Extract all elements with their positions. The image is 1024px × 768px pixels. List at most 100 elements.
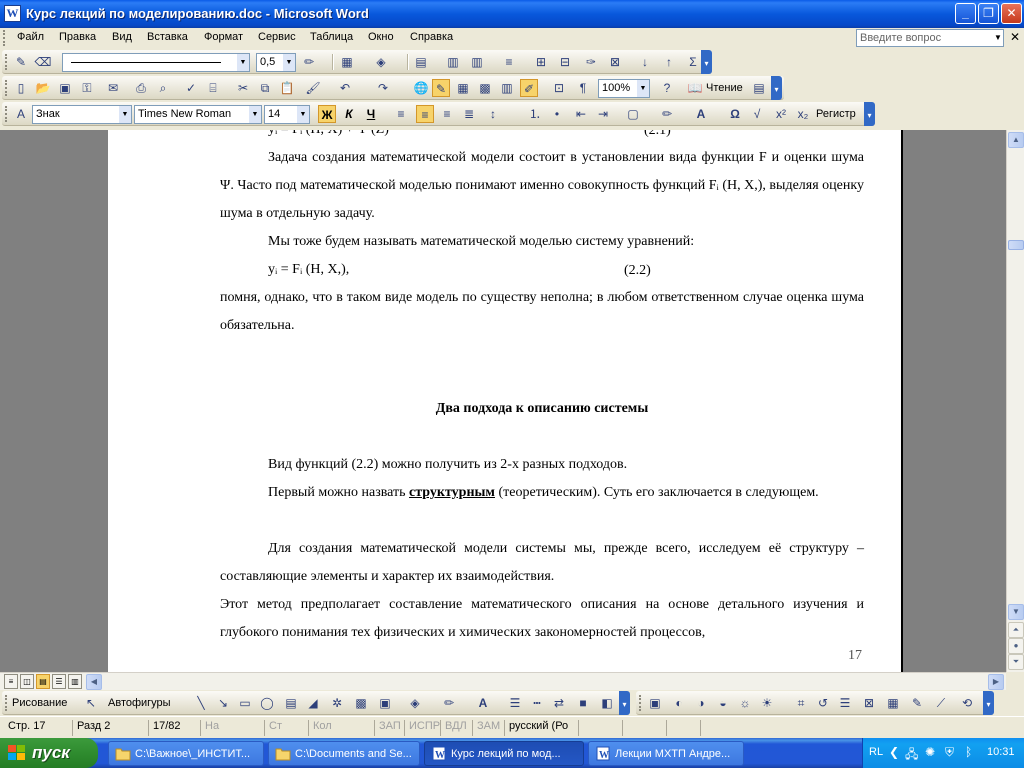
sort-descending-icon[interactable]: ↑ <box>660 53 678 71</box>
menu-file[interactable]: Файл <box>17 31 44 43</box>
font-color-icon[interactable]: A <box>692 105 710 123</box>
select-objects-icon[interactable]: ↖ <box>82 694 100 712</box>
clock[interactable]: 10:31 <box>987 746 1015 758</box>
taskbar-word-lectures[interactable]: W Лекции МХТП Андре... <box>588 741 744 766</box>
menu-window[interactable]: Окно <box>368 31 394 43</box>
outline-view-icon[interactable]: ☰ <box>52 674 66 689</box>
menu-grip[interactable] <box>3 30 6 46</box>
toolbar-grip[interactable] <box>5 695 8 711</box>
line-icon[interactable]: ╲ <box>192 694 210 712</box>
line-spacing-icon[interactable]: ↕ <box>484 105 502 123</box>
previous-page-icon[interactable]: ⏶ <box>1008 622 1024 638</box>
reading-options-icon[interactable]: ▤ <box>750 79 768 97</box>
status-track-changes[interactable]: ИСПР <box>404 720 440 736</box>
underline-button[interactable]: Ч <box>362 105 380 123</box>
antivirus-icon[interactable]: ✺ <box>925 745 935 759</box>
distribute-columns-icon[interactable]: ⊟ <box>556 53 574 71</box>
menu-table[interactable]: Таблица <box>310 31 353 43</box>
reading-layout-icon[interactable]: 📖 <box>686 79 704 97</box>
outside-border-icon[interactable]: ▦ <box>338 53 356 71</box>
status-page[interactable]: Стр. 17 <box>4 720 45 736</box>
next-page-icon[interactable]: ⏷ <box>1008 654 1024 670</box>
oval-icon[interactable]: ◯ <box>258 694 276 712</box>
toolbar-grip[interactable] <box>639 695 642 711</box>
minimize-button[interactable]: _ <box>955 3 976 24</box>
increase-indent-icon[interactable]: ⇥ <box>594 105 612 123</box>
taskbar-folder-1[interactable]: C:\Важное\_ИНСТИТ... <box>108 741 264 766</box>
shadow-icon[interactable]: ■ <box>574 694 592 712</box>
menu-tools[interactable]: Сервис <box>258 31 296 43</box>
scroll-down-icon[interactable]: ▼ <box>1008 604 1024 620</box>
document-page[interactable]: yᵢ = Fᵢ (H, X) + Ψ (Z) (2.1) Задача созд… <box>108 130 903 672</box>
autosum-icon[interactable]: Σ <box>684 53 702 71</box>
network-icon[interactable]: 🖧 <box>905 745 918 766</box>
tables-borders-icon[interactable]: ✎ <box>432 79 450 97</box>
dash-style-icon[interactable]: ┅ <box>528 694 546 712</box>
styles-icon[interactable]: A <box>12 105 30 123</box>
columns-icon[interactable]: ▥ <box>498 79 516 97</box>
fill-color-icon[interactable]: ◈ <box>406 694 424 712</box>
toolbar-options-icon[interactable]: ▾ <box>864 102 875 126</box>
scroll-right-icon[interactable]: ▶ <box>988 674 1004 690</box>
redo-icon[interactable]: ↷ <box>374 79 392 97</box>
ask-question-dropdown-icon[interactable]: ▼ <box>992 30 1004 46</box>
menu-insert[interactable]: Вставка <box>147 31 188 43</box>
vertical-scrollbar[interactable]: ▲ ▼ ⏶ ● ⏷ <box>1006 130 1024 672</box>
toolbar-options-icon[interactable]: ▾ <box>701 50 712 74</box>
split-cells-icon[interactable]: ▥ <box>468 53 486 71</box>
scroll-left-icon[interactable]: ◀ <box>86 674 102 690</box>
normal-view-icon[interactable]: ≡ <box>4 674 18 689</box>
more-brightness-icon[interactable]: ☼ <box>736 694 754 712</box>
toolbar-options-icon[interactable]: ▾ <box>983 691 994 715</box>
menu-edit[interactable]: Правка <box>59 31 96 43</box>
align-center-icon[interactable]: ≡ <box>416 105 434 123</box>
merge-cells-icon[interactable]: ▥ <box>444 53 462 71</box>
autoshapes-menu-button[interactable]: Автофигуры <box>108 697 171 709</box>
line-color-icon[interactable]: ✏ <box>440 694 458 712</box>
align-cell-icon[interactable]: ≡ <box>500 53 518 71</box>
decrease-indent-icon[interactable]: ⇤ <box>572 105 590 123</box>
color-icon[interactable]: ◐ <box>670 694 688 712</box>
line-weight-select[interactable]: 0,5 ▼ <box>256 53 296 72</box>
superscript-icon[interactable]: x² <box>772 105 790 123</box>
insert-table-icon[interactable]: ▤ <box>412 53 430 71</box>
format-painter-icon[interactable]: 🖌 <box>304 79 322 97</box>
status-overtype[interactable]: ЗАМ <box>472 720 500 736</box>
spelling-icon[interactable]: ✓ <box>182 79 200 97</box>
bold-button[interactable]: Ж <box>318 105 336 123</box>
style-select[interactable]: Знак ▼ <box>32 105 132 124</box>
align-left-icon[interactable]: ≡ <box>392 105 410 123</box>
less-contrast-icon[interactable]: ◒ <box>714 694 732 712</box>
picture-icon[interactable]: ▣ <box>376 694 394 712</box>
distribute-rows-icon[interactable]: ⊞ <box>532 53 550 71</box>
highlight-icon[interactable]: ✏ <box>658 105 676 123</box>
wordart-icon[interactable]: ◢ <box>304 694 322 712</box>
draw-menu-button[interactable]: Рисование <box>12 697 67 709</box>
permission-icon[interactable]: ⚿ <box>78 79 96 97</box>
clip-art-icon[interactable]: ▩ <box>352 694 370 712</box>
italic-button[interactable]: К <box>340 105 358 123</box>
font-color-icon[interactable]: A <box>474 694 492 712</box>
research-icon[interactable]: ⌸ <box>204 79 222 97</box>
sort-ascending-icon[interactable]: ↓ <box>636 53 654 71</box>
chevron-down-icon[interactable]: ▼ <box>249 106 261 123</box>
align-right-icon[interactable]: ≡ <box>438 105 456 123</box>
drawing-icon[interactable]: ✐ <box>520 79 538 97</box>
status-section[interactable]: Разд 2 <box>72 720 110 736</box>
cut-icon[interactable]: ✂ <box>234 79 252 97</box>
format-picture-icon[interactable]: ✎ <box>908 694 926 712</box>
new-document-icon[interactable]: ▯ <box>12 79 30 97</box>
toolbar-grip[interactable] <box>5 80 8 96</box>
open-folder-icon[interactable]: 📂 <box>34 79 52 97</box>
tray-expand-icon[interactable]: ❮ <box>889 745 899 759</box>
menu-view[interactable]: Вид <box>112 31 132 43</box>
status-record[interactable]: ЗАП <box>374 720 401 736</box>
justify-icon[interactable]: ≣ <box>460 105 478 123</box>
line-style-icon[interactable]: ☰ <box>836 694 854 712</box>
arrow-icon[interactable]: ↘ <box>214 694 232 712</box>
compress-icon[interactable]: ⊠ <box>860 694 878 712</box>
menu-help[interactable]: Справка <box>410 31 453 43</box>
shading-color-icon[interactable]: ◈ <box>372 53 390 71</box>
less-brightness-icon[interactable]: ☀ <box>758 694 776 712</box>
menu-format[interactable]: Формат <box>204 31 243 43</box>
